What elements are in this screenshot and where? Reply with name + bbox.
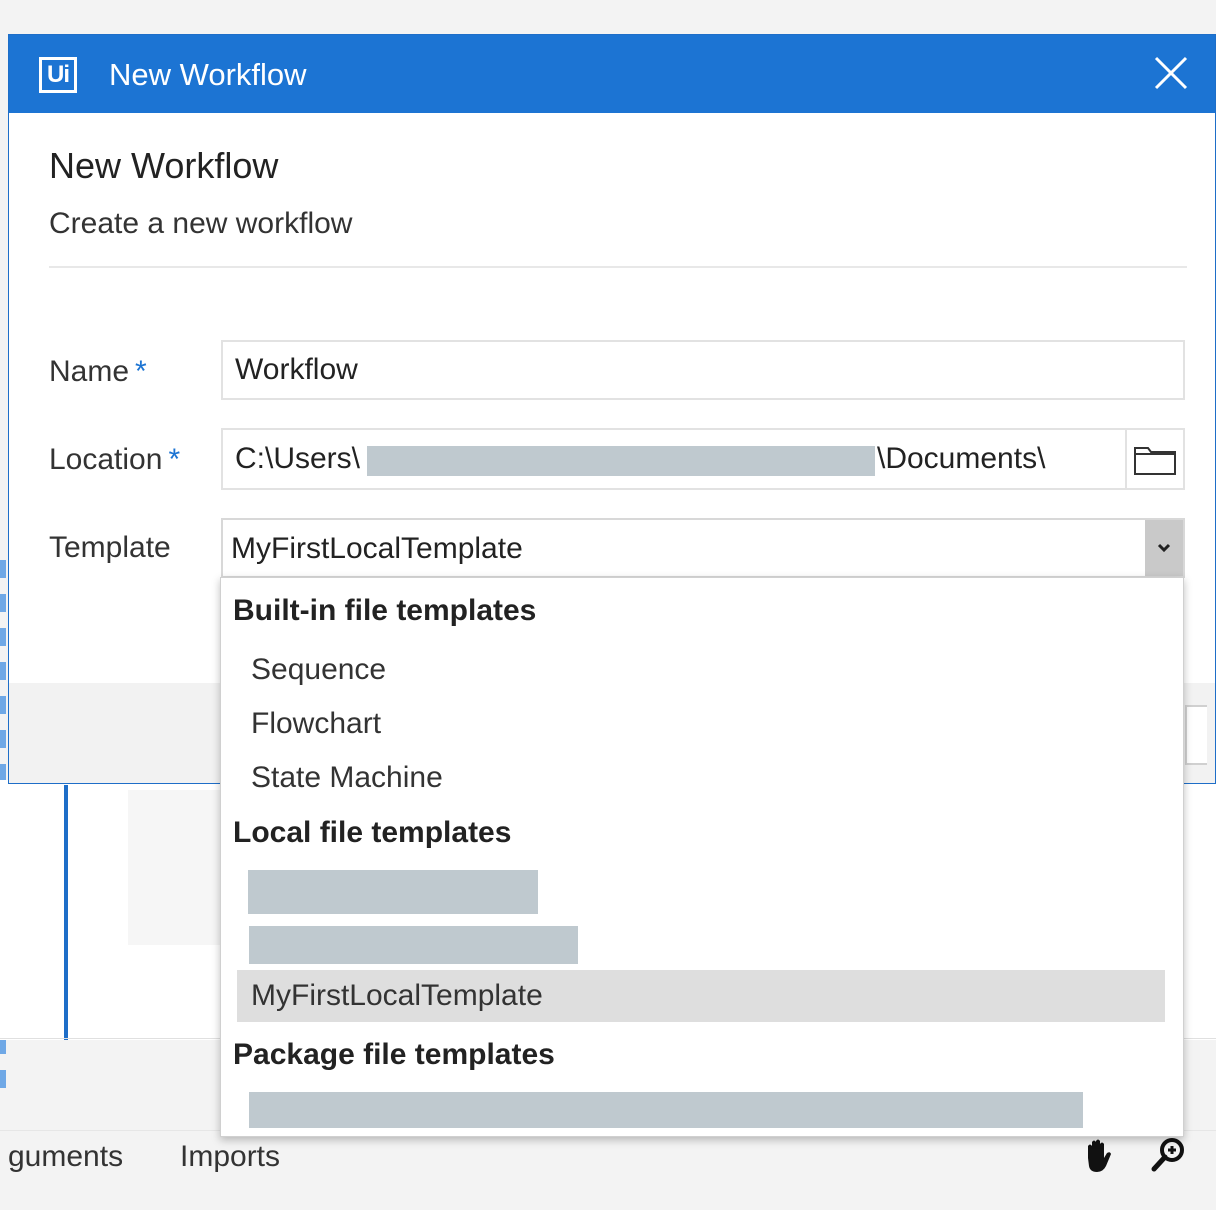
template-select[interactable]: MyFirstLocalTemplate [221,518,1185,578]
location-field[interactable]: C:\Users\ \Documents\ [221,428,1185,490]
hand-icon[interactable] [1078,1136,1118,1176]
location-path-end: \Documents\ [877,442,1046,475]
name-label-text: Name [49,355,130,388]
redacted-local-template-2[interactable] [249,926,578,964]
uipath-logo-icon: Ui [39,57,77,93]
required-marker: * [135,355,147,388]
template-dropdown-list: Built-in file templates Sequence Flowcha… [220,577,1184,1137]
redacted-local-template-1[interactable] [248,870,538,914]
location-label-text: Location [49,443,163,476]
location-label: Location * [49,443,180,477]
header-divider [49,266,1187,268]
footer-button-partial[interactable] [1185,705,1207,765]
window-title: New Workflow [109,57,307,92]
dropdown-item-myfirstlocaltemplate[interactable]: MyFirstLocalTemplate [237,970,1165,1022]
close-icon[interactable] [1153,55,1189,91]
redacted-username [367,446,875,476]
magnifier-icon[interactable] [1148,1136,1188,1176]
group-header-local: Local file templates [233,816,512,849]
dialog-titlebar: Ui New Workflow [9,35,1215,113]
template-selected-value: MyFirstLocalTemplate [231,532,523,565]
chevron-down-icon[interactable] [1145,520,1183,576]
dropdown-item-state-machine[interactable]: State Machine [237,752,1165,804]
required-marker: * [168,443,181,476]
folder-icon [1134,447,1176,475]
dropdown-item-sequence[interactable]: Sequence [237,644,1165,696]
designer-connector-line [64,785,68,1040]
dropdown-item-flowchart[interactable]: Flowchart [237,698,1165,750]
location-path-start: C:\Users\ [235,442,361,475]
designer-placeholder [128,790,228,945]
group-header-builtin: Built-in file templates [233,594,537,627]
name-label: Name * [49,355,147,389]
browse-folder-button[interactable] [1125,430,1183,488]
name-field[interactable] [221,340,1185,400]
dialog-subheading: Create a new workflow [49,207,353,240]
tab-imports[interactable]: Imports [180,1140,280,1174]
tab-arguments[interactable]: guments [8,1140,123,1174]
group-header-package: Package file templates [233,1038,555,1071]
dialog-heading: New Workflow [49,145,279,186]
redacted-package-template[interactable] [249,1092,1083,1128]
template-label: Template [49,531,171,564]
